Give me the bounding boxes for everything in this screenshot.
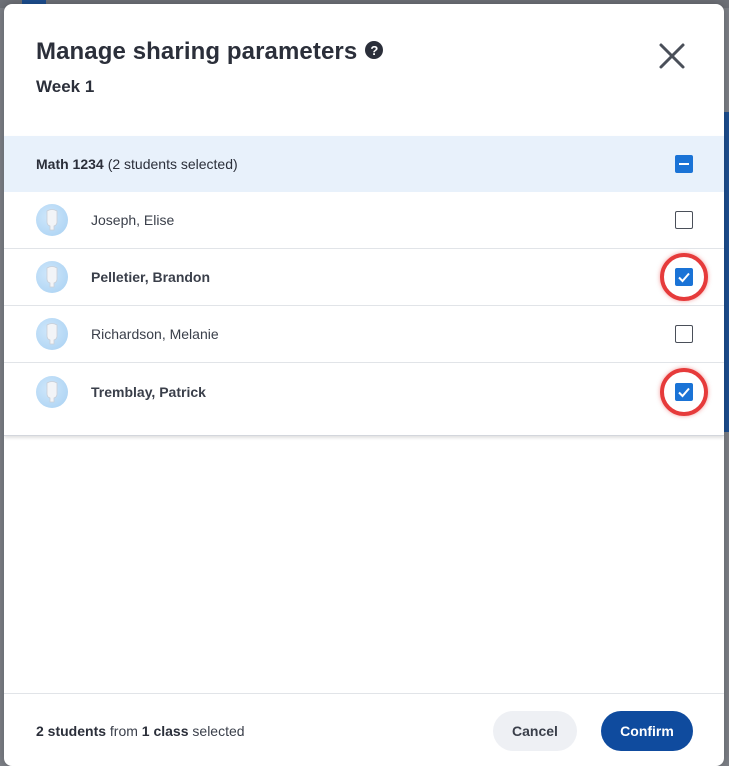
class-select-all-checkbox[interactable] xyxy=(675,155,693,173)
modal-subtitle: Week 1 xyxy=(36,77,95,96)
student-row[interactable]: Joseph, Elise xyxy=(4,192,724,249)
student-name: Pelletier, Brandon xyxy=(91,269,211,285)
confirm-button[interactable]: Confirm xyxy=(601,711,693,751)
student-name: Tremblay, Patrick xyxy=(91,383,206,400)
summary-student-count: 2 students xyxy=(36,723,107,739)
class-selected-count: (2 students selected) xyxy=(107,156,238,172)
avatar xyxy=(36,261,68,293)
avatar xyxy=(36,318,68,350)
student-name: Richardson, Melanie xyxy=(91,326,219,342)
selection-summary: 2 students from 1 class selected xyxy=(36,723,245,739)
avatar xyxy=(36,375,68,408)
summary-selected: selected xyxy=(192,723,245,739)
modal-footer: 2 students from 1 class selected Cancel … xyxy=(4,693,724,766)
student-checkbox[interactable] xyxy=(675,382,693,401)
avatar xyxy=(36,204,68,236)
student-row[interactable]: Pelletier, Brandon xyxy=(4,249,724,306)
student-checkbox[interactable] xyxy=(675,268,693,286)
student-row[interactable]: Tremblay, Patrick xyxy=(4,363,724,420)
sharing-modal: Manage sharing parameters ? Week 1 Math … xyxy=(4,4,724,766)
indeterminate-icon xyxy=(679,163,689,165)
summary-from: from xyxy=(109,723,138,739)
student-checkbox[interactable] xyxy=(675,211,693,229)
student-list: Math 1234 (2 students selected) Joseph, … xyxy=(4,136,724,436)
student-name: Joseph, Elise xyxy=(91,212,175,228)
title-row: Manage sharing parameters ? xyxy=(36,38,384,66)
modal-header: Manage sharing parameters ? Week 1 xyxy=(4,4,724,136)
background-accent xyxy=(724,112,729,432)
class-name: Math 1234 xyxy=(36,156,104,172)
student-row[interactable]: Richardson, Melanie xyxy=(4,306,724,363)
checkmark-icon xyxy=(678,272,690,283)
close-icon xyxy=(659,43,685,69)
close-button[interactable] xyxy=(654,38,690,74)
modal-title: Manage sharing parameters xyxy=(36,38,358,65)
cancel-button[interactable]: Cancel xyxy=(493,711,577,751)
summary-class-count: 1 class xyxy=(141,723,189,739)
question-circle-icon[interactable]: ? xyxy=(365,41,384,59)
class-group-row[interactable]: Math 1234 (2 students selected) xyxy=(4,136,724,192)
student-checkbox[interactable] xyxy=(675,325,693,343)
checkmark-icon xyxy=(678,387,690,397)
